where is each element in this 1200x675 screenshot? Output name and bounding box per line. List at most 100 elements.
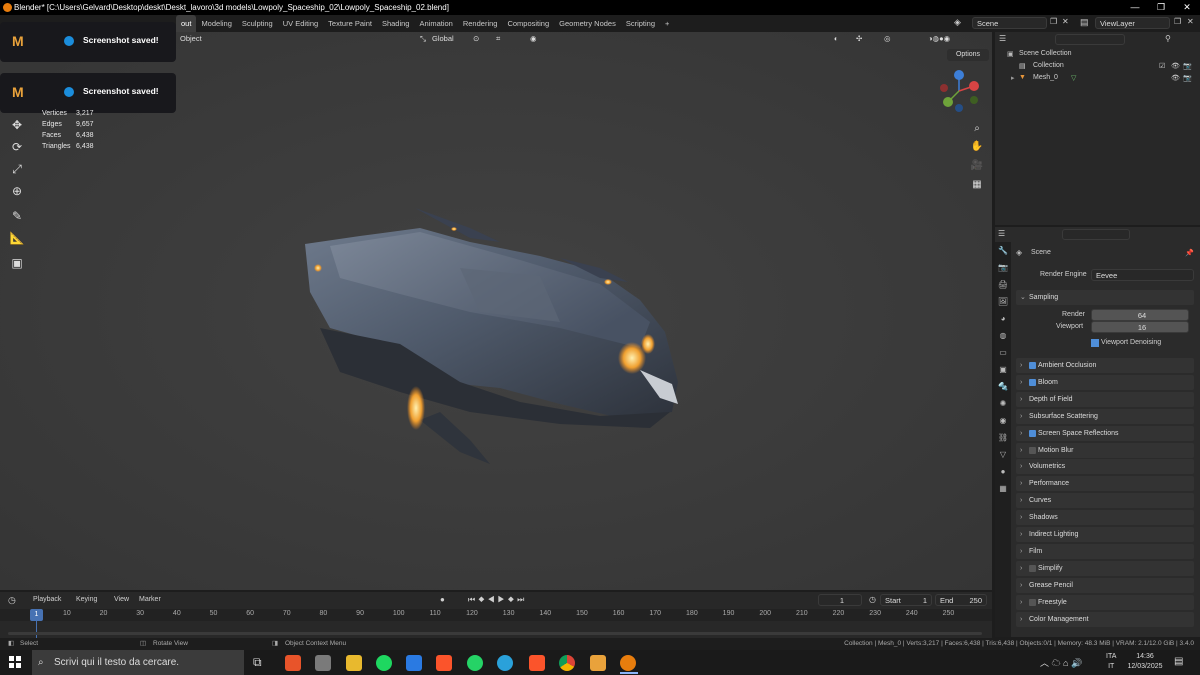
scale-tool-icon[interactable]: ⤢: [9, 161, 25, 177]
properties-subpanel[interactable]: › Grease Pencil: [1016, 577, 1194, 593]
delete-view-layer-icon[interactable]: ✕: [1187, 17, 1194, 26]
properties-subpanel[interactable]: › Bloom: [1016, 374, 1194, 390]
delete-scene-icon[interactable]: ✕: [1062, 17, 1069, 26]
properties-subpanel[interactable]: › Indirect Lighting: [1016, 527, 1194, 542]
gizmo-icon[interactable]: ✣: [856, 32, 862, 46]
move-tool-icon[interactable]: ✥: [9, 117, 25, 133]
camera-view-icon[interactable]: 🎥: [970, 159, 984, 173]
clock[interactable]: 14:36 12/03/2025: [1125, 652, 1165, 672]
playhead[interactable]: 1: [30, 609, 43, 621]
current-frame-field[interactable]: 1: [818, 594, 862, 606]
sampling-panel[interactable]: ⌄ Sampling: [1016, 290, 1194, 305]
visibility-icon[interactable]: ◐: [834, 32, 839, 46]
taskbar-search-input[interactable]: ⌕ Scrivi qui il testo da cercare.: [32, 650, 244, 675]
render-samples-field[interactable]: 64: [1091, 309, 1189, 321]
blender-taskbar-icon[interactable]: [620, 655, 636, 671]
rotate-tool-icon[interactable]: ⟳: [9, 139, 25, 155]
panel-checkbox[interactable]: [1029, 446, 1036, 454]
zoom-icon[interactable]: ⌕: [970, 122, 984, 136]
overlay-icon[interactable]: ◎: [884, 32, 891, 46]
properties-subpanel[interactable]: › Shadows: [1016, 510, 1194, 526]
add-workspace-button[interactable]: +: [660, 15, 674, 32]
stopwatch-icon[interactable]: ◷: [869, 595, 876, 604]
properties-subpanel[interactable]: › Subsurface Scattering: [1016, 408, 1194, 424]
output-tab-icon[interactable]: 🖨: [995, 276, 1011, 293]
mesh-label[interactable]: Mesh_0: [1033, 74, 1058, 81]
material-tab-icon[interactable]: ●: [995, 463, 1011, 480]
spotify-icon[interactable]: [376, 655, 392, 671]
measure-tool-icon[interactable]: 📐: [9, 230, 25, 246]
tab-modeling[interactable]: Modeling: [196, 15, 236, 32]
keying-menu[interactable]: Keying: [76, 596, 97, 603]
editor-type-icon[interactable]: ☰: [999, 34, 1006, 43]
render-engine-dropdown[interactable]: Eevee: [1091, 269, 1194, 281]
mail-icon[interactable]: [406, 655, 422, 671]
panel-checkbox[interactable]: [1029, 564, 1036, 572]
tab-animation[interactable]: Animation: [414, 15, 457, 32]
tab-geometry-nodes[interactable]: Geometry Nodes: [554, 15, 621, 32]
properties-subpanel[interactable]: › Volumetrics: [1016, 459, 1194, 475]
properties-subpanel[interactable]: › Curves: [1016, 493, 1194, 509]
collection-label[interactable]: Collection: [1033, 62, 1064, 69]
properties-subpanel[interactable]: › Ambient Occlusion: [1016, 358, 1194, 373]
clock-icon[interactable]: ◷: [8, 595, 16, 606]
view-menu[interactable]: View: [114, 596, 129, 603]
end-frame-field[interactable]: End 250: [935, 594, 987, 606]
view-layer-field[interactable]: ViewLayer: [1095, 17, 1170, 29]
properties-search-input[interactable]: [1062, 229, 1130, 240]
properties-editor-icon[interactable]: ☰: [998, 229, 1005, 238]
constraints-tab-icon[interactable]: ⛓: [995, 429, 1011, 446]
add-cube-tool-icon[interactable]: ▣: [9, 255, 25, 271]
texture-tab-icon[interactable]: ▦: [995, 480, 1011, 497]
tab-scripting[interactable]: Scripting: [621, 15, 660, 32]
record-icon[interactable]: ●: [440, 595, 445, 604]
outliner-search-input[interactable]: [1055, 34, 1125, 45]
properties-subpanel[interactable]: › Simplify: [1016, 560, 1194, 576]
properties-subpanel[interactable]: › Freestyle: [1016, 594, 1194, 610]
close-button[interactable]: ✕: [1174, 0, 1200, 15]
modifier-tab-icon[interactable]: 🔩: [995, 378, 1011, 395]
collection-tab-icon[interactable]: ▭: [995, 344, 1011, 361]
pin-icon[interactable]: 📌: [1185, 249, 1194, 257]
chrome-icon[interactable]: [559, 655, 575, 671]
start-frame-field[interactable]: Start 1: [880, 594, 932, 606]
eye-icon[interactable]: 👁: [1171, 62, 1180, 70]
pan-hand-icon[interactable]: ✋: [970, 140, 984, 154]
new-scene-icon[interactable]: ❐: [1050, 17, 1057, 26]
marker-menu[interactable]: Marker: [139, 596, 161, 603]
notification-icon[interactable]: ▤: [1174, 656, 1183, 667]
whatsapp-icon[interactable]: [467, 655, 483, 671]
x-axis-icon[interactable]: [969, 81, 979, 91]
tray-icons[interactable]: ︿ ☁ ⌂ 🔊: [1040, 656, 1082, 669]
timeline-scrollbar[interactable]: [8, 632, 982, 635]
tab-sculpting[interactable]: Sculpting: [237, 15, 278, 32]
brave-icon[interactable]: [436, 655, 452, 671]
y-axis-icon[interactable]: [943, 97, 953, 107]
panel-checkbox[interactable]: [1029, 598, 1036, 606]
spaceship-model[interactable]: [0, 32, 992, 590]
eye-icon[interactable]: 👁: [1171, 74, 1180, 82]
tool-tab-icon[interactable]: 🔧: [995, 242, 1011, 259]
tab-texture-paint[interactable]: Texture Paint: [323, 15, 377, 32]
z-axis-icon[interactable]: [954, 70, 964, 80]
properties-subpanel[interactable]: › Depth of Field: [1016, 391, 1194, 407]
navigation-gizmo[interactable]: [936, 68, 982, 114]
playback-controls-icon[interactable]: ⏮◆◀▶◆⏭: [468, 595, 527, 605]
scene-tab-icon[interactable]: ◕: [995, 310, 1011, 327]
app-icon-orange[interactable]: [285, 655, 301, 671]
panel-checkbox[interactable]: [1029, 362, 1036, 369]
orientation-dropdown[interactable]: Global: [432, 32, 454, 46]
tab-compositing[interactable]: Compositing: [502, 15, 554, 32]
options-dropdown[interactable]: Options: [947, 49, 989, 61]
panel-checkbox[interactable]: [1029, 429, 1036, 437]
transform-tool-icon[interactable]: ⊕: [9, 183, 25, 199]
checkbox-icon[interactable]: ☑: [1159, 62, 1165, 70]
app-icon-m[interactable]: [590, 655, 606, 671]
brave-beta-icon[interactable]: [529, 655, 545, 671]
viewport-denoising-checkbox[interactable]: [1091, 339, 1099, 347]
filter-icon[interactable]: ⚲: [1165, 34, 1171, 43]
properties-subpanel[interactable]: › Film: [1016, 543, 1194, 559]
perspective-grid-icon[interactable]: ▦: [970, 178, 984, 192]
panel-checkbox[interactable]: [1029, 378, 1036, 386]
shading-modes-icon[interactable]: ◑◍●◉: [928, 32, 950, 46]
